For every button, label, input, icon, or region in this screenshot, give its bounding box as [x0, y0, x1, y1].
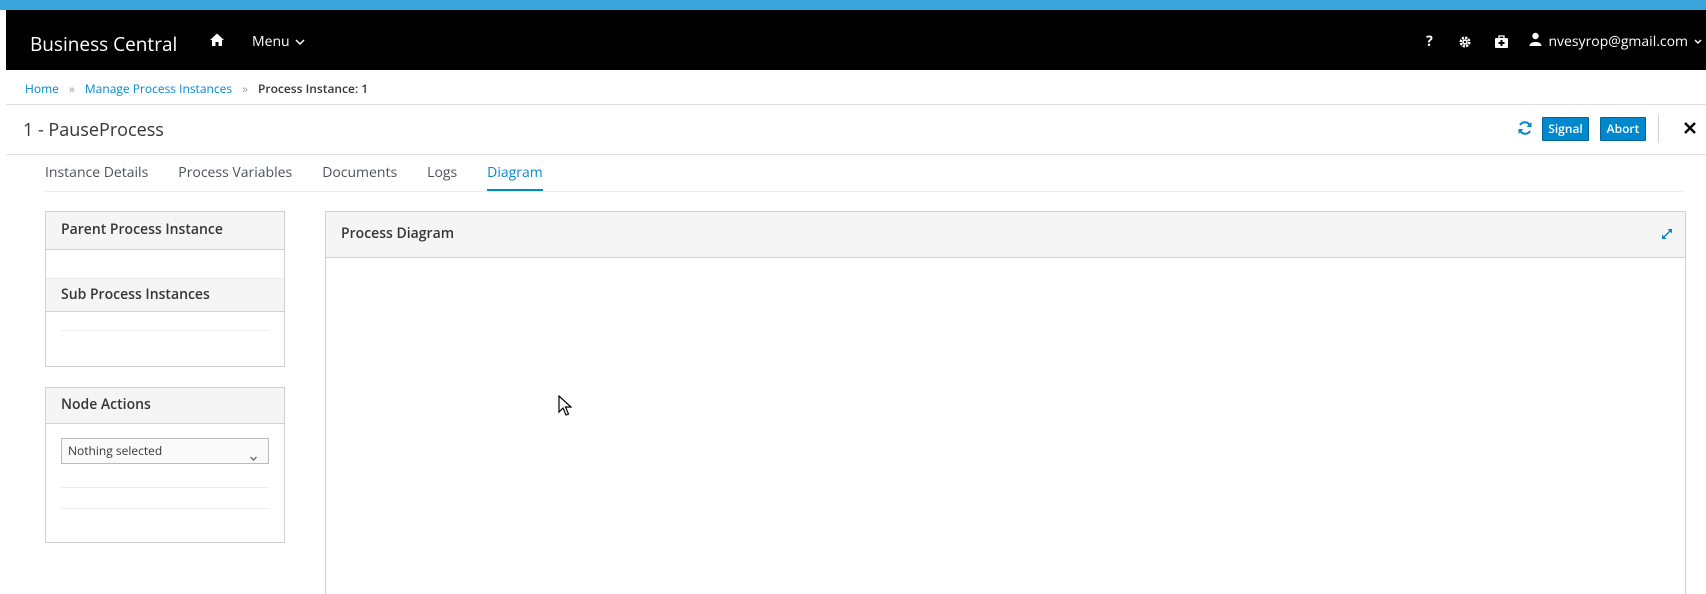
divider [1658, 115, 1659, 143]
diagram-canvas[interactable] [326, 258, 1685, 594]
process-diagram-heading: Process Diagram [326, 212, 1685, 258]
divider [61, 330, 269, 331]
breadcrumb-separator: » [242, 80, 249, 97]
user-icon [1529, 32, 1542, 51]
menu-dropdown[interactable]: Menu [252, 32, 305, 51]
node-select-value: Nothing selected [68, 442, 163, 459]
tab-diagram[interactable]: Diagram [487, 165, 543, 191]
divider [6, 154, 1706, 155]
top-accent-bar [0, 0, 1706, 10]
parent-process-instance-heading: Parent Process Instance [46, 212, 284, 250]
chevron-down-icon [1694, 32, 1702, 51]
navbar: Business Central Menu ? nvesyrop@gmail.c… [6, 10, 1706, 70]
help-icon[interactable]: ? [1421, 32, 1437, 51]
sub-process-instances-heading: Sub Process Instances [46, 278, 284, 312]
tab-instance-details[interactable]: Instance Details [45, 165, 148, 191]
breadcrumb-home[interactable]: Home [25, 80, 59, 97]
process-diagram-panel: Process Diagram [325, 211, 1686, 594]
tab-documents[interactable]: Documents [322, 165, 397, 191]
home-icon[interactable] [209, 32, 225, 48]
tabs-underline [45, 191, 1683, 192]
abort-button[interactable]: Abort [1600, 117, 1646, 141]
navbar-right: ? nvesyrop@gmail.com [1421, 32, 1706, 51]
tab-process-variables[interactable]: Process Variables [178, 165, 292, 191]
close-icon[interactable] [1683, 121, 1697, 135]
process-instance-relations-panel: Parent Process Instance Sub Process Inst… [45, 211, 285, 367]
breadcrumb-separator: » [68, 80, 75, 97]
divider [6, 104, 1706, 105]
user-email: nvesyrop@gmail.com [1548, 32, 1688, 51]
node-actions-panel: Node Actions Nothing selected [45, 387, 285, 543]
user-menu[interactable]: nvesyrop@gmail.com [1529, 32, 1706, 51]
refresh-icon[interactable] [1517, 120, 1533, 136]
divider [61, 487, 269, 488]
tab-bar: Instance Details Process Variables Docum… [45, 165, 573, 191]
expand-icon[interactable] [1661, 226, 1673, 239]
divider [61, 508, 269, 509]
menu-label: Menu [252, 32, 290, 51]
breadcrumb-current: Process Instance: 1 [258, 80, 369, 97]
tab-logs[interactable]: Logs [427, 165, 457, 191]
breadcrumb: Home » Manage Process Instances » Proces… [25, 80, 368, 97]
chevron-down-icon [249, 447, 258, 461]
brand-title[interactable]: Business Central [30, 31, 177, 57]
medkit-icon[interactable] [1493, 34, 1509, 50]
node-actions-heading: Node Actions [46, 388, 284, 424]
node-select-dropdown[interactable]: Nothing selected [61, 438, 269, 464]
page-title: 1 - PauseProcess [23, 118, 164, 142]
signal-button[interactable]: Signal [1542, 117, 1589, 141]
chevron-down-icon [295, 32, 305, 51]
parent-process-instance-body [46, 250, 284, 278]
gear-icon[interactable] [1457, 34, 1473, 50]
mouse-pointer-icon [558, 394, 573, 417]
breadcrumb-manage-process-instances[interactable]: Manage Process Instances [85, 80, 232, 97]
